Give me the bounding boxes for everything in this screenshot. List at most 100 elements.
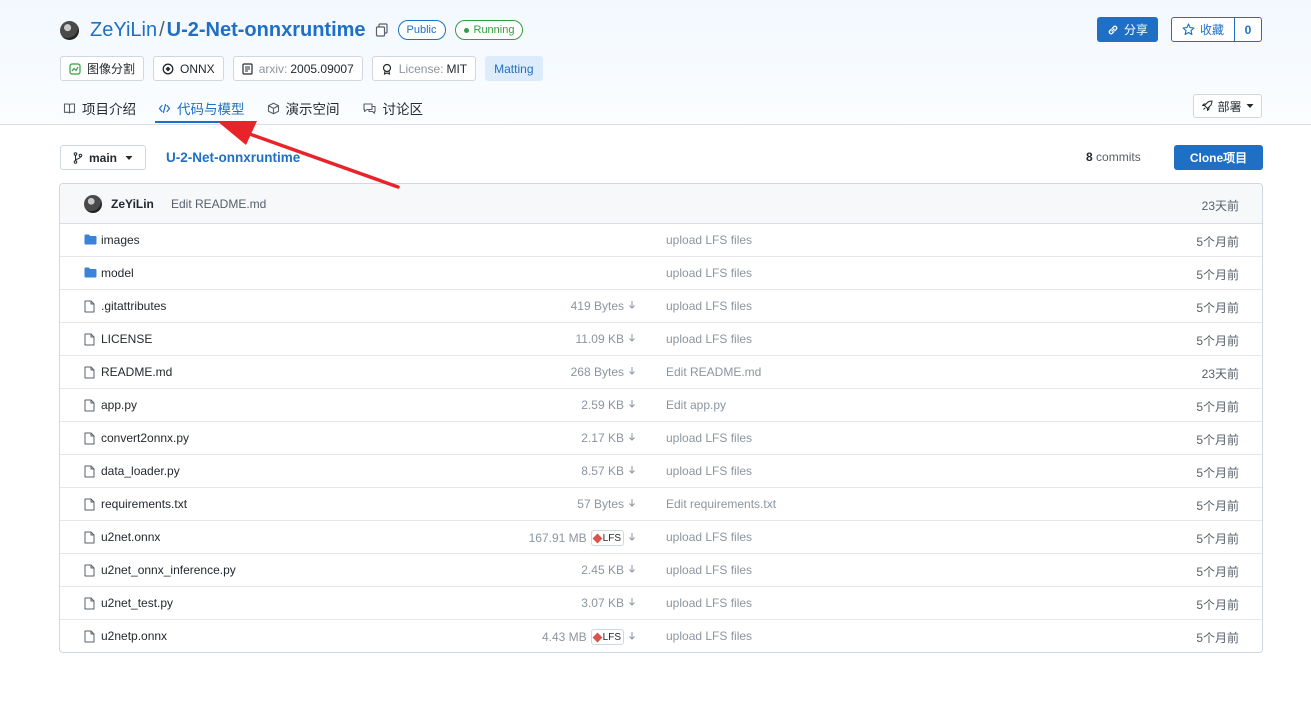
tag-prefix: License:	[398, 61, 444, 76]
link-icon	[1108, 25, 1118, 34]
tag-image-segmentation[interactable]: 图像分割	[60, 56, 145, 81]
file-row[interactable]: .gitattributes 419 Bytes upload LFS files 5…	[60, 290, 1262, 323]
download-icon[interactable]	[628, 497, 636, 511]
file-name[interactable]: u2netp.onnx	[101, 629, 167, 643]
file-name[interactable]: data_loader.py	[101, 464, 180, 478]
branch-name: main	[88, 150, 117, 165]
lfs-badge: LFS	[590, 530, 624, 546]
license-icon	[382, 63, 391, 75]
folder-icon	[84, 234, 97, 247]
file-name[interactable]: model	[101, 266, 134, 280]
commit-message[interactable]: Edit README.md	[171, 197, 266, 211]
repo-tabs: 项目介绍 代码与模型 演示空间 讨论区	[60, 95, 442, 124]
commit-count-label: commits	[1096, 150, 1141, 164]
file-name[interactable]: u2net_onnx_inference.py	[101, 563, 236, 577]
download-icon[interactable]	[628, 630, 636, 644]
download-icon[interactable]	[628, 398, 636, 412]
owner-avatar[interactable]	[60, 20, 79, 40]
file-commit-time: 5个月前	[1196, 433, 1239, 447]
file-size-cell: 3.07 KB	[581, 596, 636, 610]
file-row[interactable]: README.md 268 Bytes Edit README.md 23天前	[60, 356, 1262, 389]
file-commit-time: 5个月前	[1196, 334, 1239, 348]
file-name[interactable]: requirements.txt	[101, 497, 187, 511]
file-commit-message[interactable]: Edit app.py	[666, 398, 726, 412]
file-commit-message[interactable]: upload LFS files	[666, 332, 752, 346]
commit-author-avatar[interactable]	[84, 195, 102, 213]
tag-arxiv[interactable]: arxiv: 2005.09007	[232, 56, 363, 81]
download-icon[interactable]	[628, 464, 636, 478]
file-name[interactable]: u2net_test.py	[101, 596, 173, 610]
download-icon[interactable]	[628, 365, 636, 379]
tag-onnx[interactable]: ONNX	[153, 56, 224, 81]
path-separator: /	[159, 18, 165, 41]
file-commit-message[interactable]: upload LFS files	[666, 563, 752, 577]
file-row[interactable]: LICENSE 11.09 KB upload LFS files 5个月前	[60, 323, 1262, 356]
tab-label: 代码与模型	[177, 102, 245, 117]
favorite-button[interactable]: 收藏 0	[1171, 17, 1262, 42]
tag-matting[interactable]: Matting	[485, 56, 543, 81]
file-row[interactable]: data_loader.py 8.57 KB upload LFS files 5个月…	[60, 455, 1262, 488]
favorite-count: 0	[1244, 22, 1252, 37]
tab-label: 讨论区	[382, 102, 424, 117]
share-button[interactable]: 分享	[1097, 17, 1158, 42]
file-name[interactable]: app.py	[101, 398, 137, 412]
file-row[interactable]: convert2onnx.py 2.17 KB upload LFS files 5个…	[60, 422, 1262, 455]
file-size: 268 Bytes	[570, 365, 624, 379]
file-name[interactable]: images	[101, 233, 140, 247]
download-icon[interactable]	[628, 596, 636, 610]
file-row[interactable]: images upload LFS files 5个月前	[60, 224, 1262, 257]
tag-license[interactable]: License: MIT	[371, 56, 477, 81]
file-row[interactable]: model upload LFS files 5个月前	[60, 257, 1262, 290]
deploy-button[interactable]: 部署	[1193, 94, 1262, 118]
file-commit-message[interactable]: upload LFS files	[666, 266, 752, 280]
file-row[interactable]: u2net_onnx_inference.py 2.45 KB upload LFS…	[60, 554, 1262, 587]
file-icon	[84, 432, 96, 445]
file-commit-message[interactable]: Edit README.md	[666, 365, 761, 379]
commit-author[interactable]: ZeYiLin	[111, 197, 154, 211]
lfs-cube-icon	[592, 632, 603, 642]
download-icon[interactable]	[628, 332, 636, 346]
tab-code-models[interactable]: 代码与模型	[155, 95, 248, 123]
tab-discussion[interactable]: 讨论区	[359, 95, 427, 121]
file-name[interactable]: README.md	[101, 365, 172, 379]
file-row[interactable]: app.py 2.59 KB Edit app.py 5个月前	[60, 389, 1262, 422]
file-commit-message[interactable]: upload LFS files	[666, 629, 752, 643]
document-icon	[242, 62, 253, 75]
commit-count: 8	[1086, 150, 1093, 164]
file-row[interactable]: u2net.onnx 167.91 MB LFS upload LFS files 5个…	[60, 521, 1262, 554]
download-icon[interactable]	[628, 563, 636, 577]
file-name[interactable]: u2net.onnx	[101, 530, 160, 544]
running-dot-icon	[463, 27, 469, 33]
download-icon[interactable]	[628, 299, 636, 313]
file-name[interactable]: convert2onnx.py	[101, 431, 189, 445]
file-row[interactable]: requirements.txt 57 Bytes Edit requirement…	[60, 488, 1262, 521]
file-row[interactable]: u2netp.onnx 4.43 MB LFS upload LFS files 5个月…	[60, 620, 1262, 652]
owner-link[interactable]: ZeYiLin	[90, 19, 157, 42]
file-commit-message[interactable]: upload LFS files	[666, 431, 752, 445]
file-name[interactable]: .gitattributes	[101, 299, 166, 313]
copy-icon[interactable]	[375, 23, 389, 37]
file-commit-message[interactable]: upload LFS files	[666, 596, 752, 610]
repo-root-link[interactable]: U-2-Net-onnxruntime	[166, 150, 300, 165]
file-commit-message[interactable]: Edit requirements.txt	[666, 497, 776, 511]
tag-label: Matting	[494, 61, 534, 76]
file-commit-message[interactable]: upload LFS files	[666, 464, 752, 478]
download-icon[interactable]	[628, 431, 636, 445]
tab-intro[interactable]: 项目介绍	[60, 95, 139, 121]
commit-count-link[interactable]: 8 commits	[1086, 150, 1141, 164]
cube-icon	[267, 102, 279, 114]
file-commit-message[interactable]: upload LFS files	[666, 299, 752, 313]
file-size: 2.45 KB	[581, 563, 624, 577]
file-name[interactable]: LICENSE	[101, 332, 152, 346]
repo-name-link[interactable]: U-2-Net-onnxruntime	[167, 19, 366, 42]
file-icon	[84, 300, 96, 313]
file-commit-message[interactable]: upload LFS files	[666, 530, 752, 544]
download-icon[interactable]	[628, 531, 636, 545]
onnx-icon	[162, 63, 174, 74]
file-row[interactable]: u2net_test.py 3.07 KB upload LFS files 5个月前	[60, 587, 1262, 620]
status-badge: Running	[454, 20, 524, 40]
clone-button[interactable]: Clone项目	[1174, 145, 1263, 170]
file-commit-message[interactable]: upload LFS files	[666, 233, 752, 247]
tab-demo-space[interactable]: 演示空间	[264, 95, 343, 121]
branch-selector[interactable]: main	[60, 145, 146, 170]
